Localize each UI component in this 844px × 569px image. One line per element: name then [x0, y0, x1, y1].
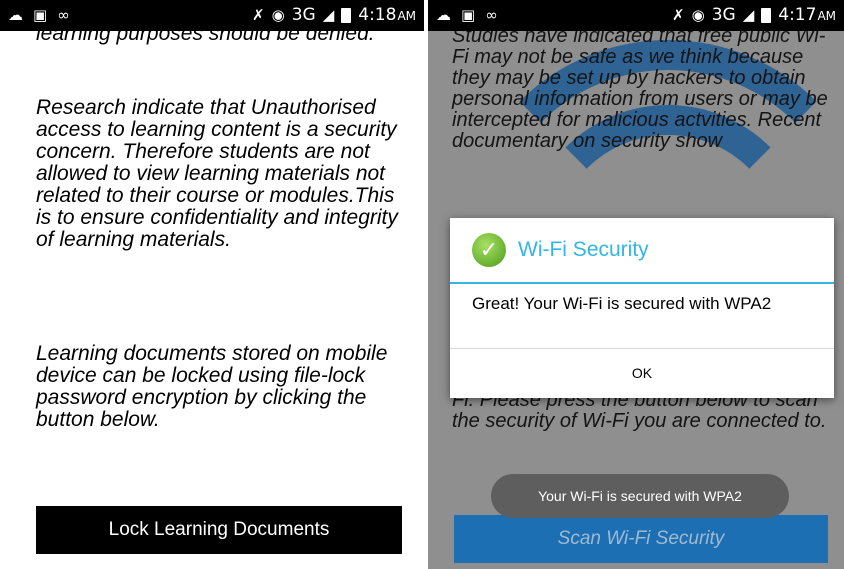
ok-button[interactable]: OK: [450, 349, 834, 397]
status-bar: ☁ ▣ ∞ ✗ ◉ 3G ◢ 4:17AM: [428, 0, 844, 31]
mute-icon: ✗: [672, 6, 685, 24]
lock-learning-documents-button[interactable]: Lock Learning Documents: [36, 506, 402, 554]
network-type: 3G: [711, 5, 736, 25]
wifi-icon: ◉: [271, 6, 285, 24]
voicemail-icon: ∞: [485, 6, 498, 24]
toast-message: Your Wi-Fi is secured with WPA2: [491, 474, 789, 518]
network-type: 3G: [291, 5, 316, 25]
signal-icon: ◢: [322, 6, 335, 24]
content-paragraph: Research indicate that Unauthorised acce…: [36, 96, 398, 251]
content-paragraph: Studies have indicated that free public …: [452, 25, 828, 152]
dialog-title: Wi-Fi Security: [518, 238, 649, 261]
dialog-message: Great! Your Wi-Fi is secured with WPA2: [472, 294, 772, 313]
check-icon: ✓: [472, 233, 506, 267]
content-paragraph: Learning documents stored on mobile devi…: [36, 342, 388, 431]
signal-icon: ◢: [742, 6, 755, 24]
cloud-upload-icon: ☁: [8, 6, 23, 24]
mute-icon: ✗: [252, 6, 265, 24]
status-time: 4:17AM: [778, 5, 836, 25]
scan-wifi-security-button[interactable]: Scan Wi-Fi Security: [454, 515, 828, 563]
wifi-security-dialog: ✓ Wi-Fi Security Great! Your Wi-Fi is se…: [450, 218, 834, 398]
left-screen: ☁ ▣ ∞ ✗ ◉ 3G ◢ 4:18AM learning purposes …: [0, 0, 424, 569]
status-time: 4:18AM: [358, 5, 416, 25]
cloud-upload-icon: ☁: [436, 6, 451, 24]
battery-icon: [341, 7, 352, 23]
image-icon: ▣: [33, 6, 48, 24]
dialog-header: ✓ Wi-Fi Security: [450, 218, 834, 284]
voicemail-icon: ∞: [57, 6, 70, 24]
image-icon: ▣: [461, 6, 476, 24]
battery-icon: [761, 7, 772, 23]
wifi-icon: ◉: [691, 6, 705, 24]
status-bar: ☁ ▣ ∞ ✗ ◉ 3G ◢ 4:18AM: [0, 0, 424, 31]
